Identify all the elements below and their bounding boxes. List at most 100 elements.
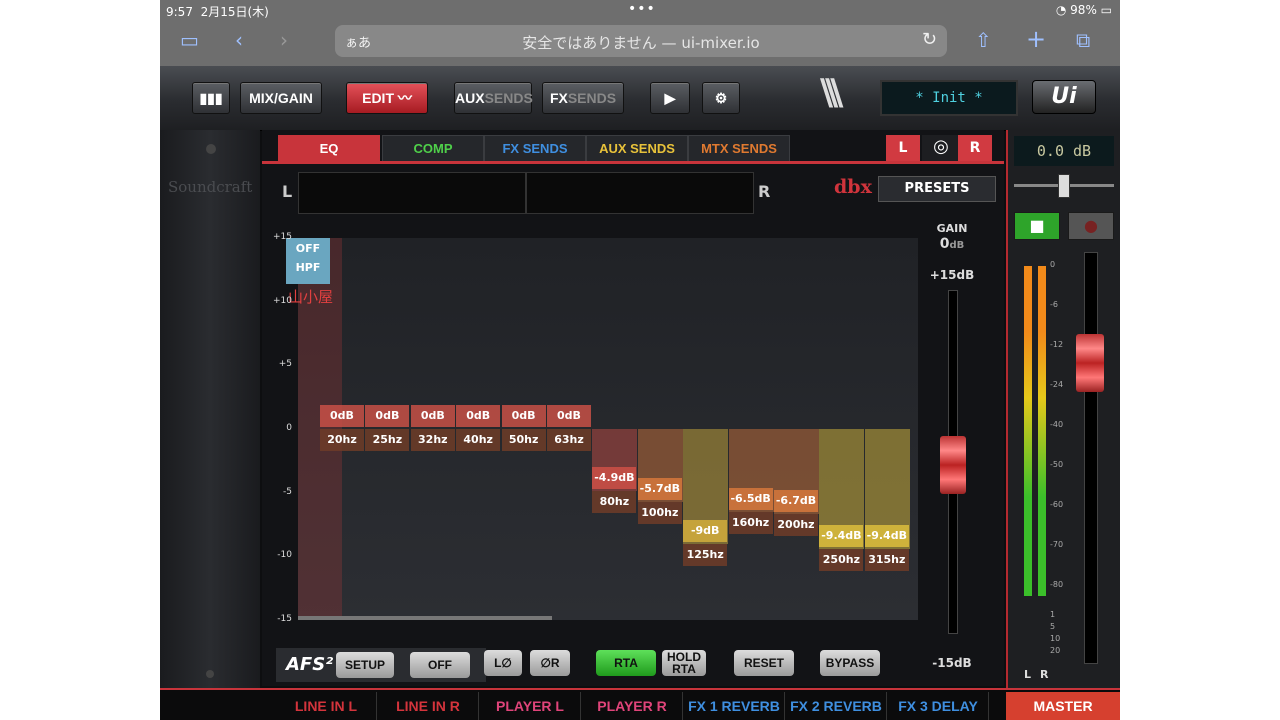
tab-comp[interactable]: COMP (382, 135, 484, 163)
tab-underline (262, 161, 1004, 164)
record-button[interactable]: ● (1068, 212, 1114, 240)
meter-tick: -40 (1050, 420, 1064, 429)
meter-r-label: R (1040, 668, 1049, 681)
eq-controls: AFS² SETUP OFF L∅ ∅R RTA HOLD RTA RESET B… (262, 642, 1004, 684)
address-bar[interactable]: ぁあ 安全ではありません — ui-mixer.io ↻ (335, 25, 947, 57)
new-tab-icon[interactable]: + (1026, 25, 1046, 53)
meter-tick: -50 (1050, 460, 1064, 469)
channel-tab[interactable]: PLAYER R (582, 692, 683, 720)
battery-indicator: ◔ 98% ▭ (1055, 3, 1112, 17)
meter-tick: 10 (1050, 634, 1061, 643)
master-level-display[interactable]: 0.0 dB (1014, 136, 1114, 166)
graph-scrollbar[interactable] (298, 616, 552, 620)
gear-icon: ⚙ (714, 90, 728, 106)
meter-tick: -6 (1050, 300, 1058, 309)
y-tick-label: -10 (277, 550, 292, 561)
band-gain: 0dB (410, 405, 455, 427)
gain-fader-knob[interactable] (940, 436, 966, 494)
band-frequency: 250hz (819, 548, 864, 571)
meter-left-label: L (282, 182, 293, 201)
mixgain-button[interactable]: MIX/GAIN (240, 82, 322, 114)
gain-title: GAIN (936, 222, 968, 235)
afs-logo: AFS² (286, 654, 334, 675)
hpf-label: HPF (295, 261, 321, 274)
aux-sends-label: SENDS (484, 90, 533, 106)
channel-tab[interactable]: PLAYER L (480, 692, 581, 720)
tab-eq[interactable]: EQ (278, 135, 380, 163)
right-phase-button[interactable]: ∅R (530, 650, 570, 676)
band-frequency: 125hz (683, 543, 728, 566)
forward-icon[interactable]: › (280, 28, 288, 52)
band-gain: -4.9dB (592, 467, 637, 490)
afs-section: AFS² SETUP OFF (276, 648, 486, 682)
meter-tick: 5 (1050, 622, 1056, 631)
hpf-button[interactable]: OFF HPF (286, 238, 330, 284)
afs-setup-button[interactable]: SETUP (336, 652, 394, 678)
presets-button[interactable]: PRESETS (878, 176, 996, 202)
stereo-link-icon[interactable]: ◎ (922, 135, 960, 161)
band-gain: -9.4dB (819, 524, 864, 547)
channel-tab[interactable]: MASTER (1006, 692, 1120, 720)
stripes-logo: \\\ (820, 72, 844, 113)
afs-toggle-button[interactable]: OFF (410, 652, 470, 678)
band-frequency: 80hz (592, 491, 637, 514)
tab-fx-sends[interactable]: FX SENDS (484, 135, 586, 163)
tab-mtx-sends[interactable]: MTX SENDS (688, 135, 790, 163)
band-frequency: 50hz (501, 429, 546, 451)
band-frequency: 25hz (365, 429, 410, 451)
settings-button[interactable]: ⚙ (702, 82, 740, 114)
master-fader-track[interactable] (1084, 252, 1098, 664)
band-frequency: 200hz (774, 514, 818, 537)
band-gain: -9dB (683, 519, 728, 542)
solo-button[interactable]: ■ (1014, 212, 1060, 240)
y-tick-label: +15 (273, 232, 292, 242)
ui-logo-button[interactable]: Ui (1032, 80, 1096, 114)
tab-aux-sends[interactable]: AUX SENDS (586, 135, 688, 163)
edit-button[interactable]: EDIT 〰 (346, 82, 428, 114)
channel-annotation: 山小屋 (288, 288, 334, 306)
input-meter-left (298, 172, 526, 214)
reset-button[interactable]: RESET (734, 650, 794, 676)
multitask-dots[interactable]: ••• (628, 1, 656, 17)
eq-graph[interactable]: 0dB 20hz 0dB 25hz 0dB 32hz 0dB 40hz 0dB 50hz 0dB 63… (298, 238, 918, 620)
back-icon[interactable]: ‹ (235, 28, 243, 52)
master-fader-knob[interactable] (1076, 334, 1104, 392)
record-icon: ● (1084, 216, 1098, 235)
right-channel-button[interactable]: R (958, 135, 992, 161)
meters-button[interactable]: ▮▮▮ (192, 82, 230, 114)
master-meter-right (1038, 266, 1046, 596)
bypass-button[interactable]: BYPASS (820, 650, 880, 676)
aux-sends-button[interactable]: AUXSENDS (454, 82, 533, 114)
brand-logo: Soundcraft (168, 178, 253, 196)
y-tick-label: -15 (277, 614, 292, 624)
play-button[interactable]: ▶ (650, 82, 690, 114)
gain-section: GAIN 0dB +15dB -15dB (922, 218, 1002, 678)
channel-tab[interactable]: FX 1 REVERB (684, 692, 785, 720)
channel-tab[interactable]: FX 2 REVERB (786, 692, 887, 720)
rta-button[interactable]: RTA (596, 650, 656, 676)
band-gain: 0dB (320, 405, 364, 427)
share-icon[interactable]: ⇧ (975, 28, 992, 52)
pan-slider-knob[interactable] (1058, 174, 1070, 198)
hold-rta-button[interactable]: HOLD RTA (662, 650, 706, 676)
channel-tab[interactable]: FX 3 DELAY (888, 692, 989, 720)
left-phase-button[interactable]: L∅ (484, 650, 522, 676)
meter-tick: 1 (1050, 610, 1056, 619)
tabs-icon[interactable]: ⧉ (1076, 28, 1090, 52)
y-tick-label: +10 (273, 295, 292, 306)
channel-tab[interactable]: LINE IN R (378, 692, 479, 720)
meter-tick: -12 (1050, 340, 1064, 349)
band-gain: -6.5dB (728, 487, 773, 510)
meter-tick: 20 (1050, 646, 1061, 655)
channel-tab[interactable]: LINE IN L (276, 692, 377, 720)
sidebar-icon[interactable]: ▭ (180, 28, 199, 52)
reload-icon[interactable]: ↻ (922, 29, 937, 50)
mixer-toolbar: ▮▮▮ MIX/GAIN EDIT 〰 AUXSENDS FXSENDS ▶ ⚙… (160, 66, 1120, 131)
band-gain: -5.7dB (637, 477, 682, 500)
band-frequency: 40hz (456, 429, 501, 451)
meter-tick: -24 (1050, 380, 1064, 389)
fx-sends-button[interactable]: FXSENDS (542, 82, 624, 114)
scene-display[interactable]: * Init * (880, 80, 1018, 116)
left-panel: Soundcraft (160, 130, 260, 690)
left-channel-button[interactable]: L (886, 135, 920, 161)
